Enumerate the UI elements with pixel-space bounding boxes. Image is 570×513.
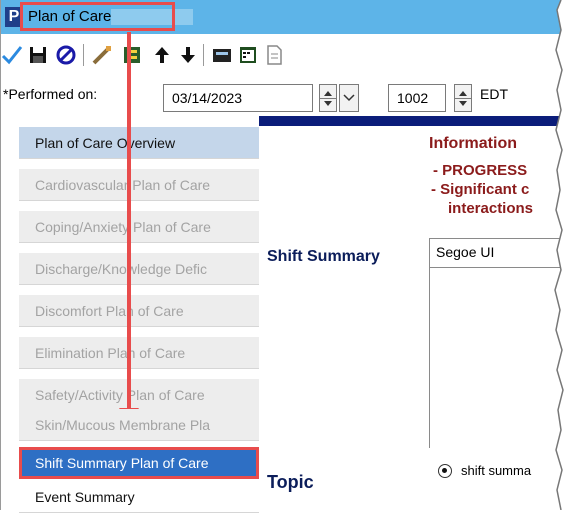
performed-date-field[interactable]: 03/14/2023 bbox=[163, 84, 313, 112]
form-icon[interactable] bbox=[121, 44, 143, 66]
shift-summary-radio-label[interactable]: shift summa bbox=[461, 463, 531, 478]
calculator-icon[interactable] bbox=[211, 44, 233, 66]
section-header-bar bbox=[259, 116, 561, 126]
down-arrow-icon[interactable] bbox=[177, 44, 199, 66]
torn-edge-decoration bbox=[554, 0, 570, 510]
annotation-arrow-line bbox=[127, 32, 131, 415]
title-highlight-box bbox=[20, 2, 175, 31]
shift-summary-radio[interactable] bbox=[438, 464, 452, 478]
cancel-icon[interactable] bbox=[55, 44, 77, 66]
sidebar-item-skin-mucous[interactable]: Skin/Mucous Membrane Pla bbox=[19, 409, 259, 441]
checkmark-icon[interactable] bbox=[1, 44, 23, 66]
toolbar-separator bbox=[83, 44, 84, 66]
toolbar-separator bbox=[203, 44, 204, 66]
spin-up-icon[interactable] bbox=[459, 91, 467, 96]
calendar-icon[interactable] bbox=[237, 44, 259, 66]
sidebar-item-elimination[interactable]: Elimination Plan of Care bbox=[19, 337, 259, 369]
info-line-significant: - Significant c bbox=[431, 181, 530, 198]
performed-time-field[interactable]: 1002 bbox=[388, 84, 446, 112]
application-window: P Plan of Care *Performed on: 03/14/2023… bbox=[0, 0, 570, 513]
topic-label: Topic bbox=[267, 472, 314, 492]
sidebar-item-shift-summary[interactable]: Shift Summary Plan of Care bbox=[19, 447, 259, 479]
info-line-interactions: interactions bbox=[448, 200, 534, 217]
up-arrow-icon[interactable] bbox=[151, 44, 173, 66]
info-line-progress: - PROGRESS bbox=[433, 162, 528, 179]
spin-down-icon[interactable] bbox=[324, 101, 332, 106]
sidebar-item-plan-of-care-overview[interactable]: Plan of Care Overview bbox=[19, 127, 259, 159]
edit-icon[interactable] bbox=[91, 44, 113, 66]
sidebar-item-cardiovascular[interactable]: Cardiovascular Plan of Care bbox=[19, 169, 259, 201]
chevron-down-icon bbox=[343, 94, 355, 102]
document-icon[interactable] bbox=[263, 44, 285, 66]
sidebar-item-safety-activity[interactable]: Safety/Activity Plan of Care bbox=[19, 379, 259, 411]
date-dropdown-button[interactable] bbox=[339, 84, 359, 112]
spin-down-icon[interactable] bbox=[459, 101, 467, 106]
information-heading: Information bbox=[429, 135, 517, 152]
spin-up-icon[interactable] bbox=[324, 91, 332, 96]
date-spinner[interactable] bbox=[319, 84, 337, 112]
sidebar-item-coping-anxiety[interactable]: Coping/Anxiety Plan of Care bbox=[19, 211, 259, 243]
sidebar-item-event-summary[interactable]: Event Summary bbox=[19, 481, 259, 513]
performed-on-label: *Performed on: bbox=[3, 86, 98, 102]
time-spinner[interactable] bbox=[454, 84, 472, 112]
shift-summary-label: Shift Summary bbox=[267, 248, 380, 265]
save-icon[interactable] bbox=[27, 44, 49, 66]
sidebar-item-discomfort[interactable]: Discomfort Plan of Care bbox=[19, 295, 259, 327]
timezone-label: EDT bbox=[480, 86, 508, 102]
sidebar-item-discharge-knowledge[interactable]: Discharge/Knowledge Defic bbox=[19, 253, 259, 285]
